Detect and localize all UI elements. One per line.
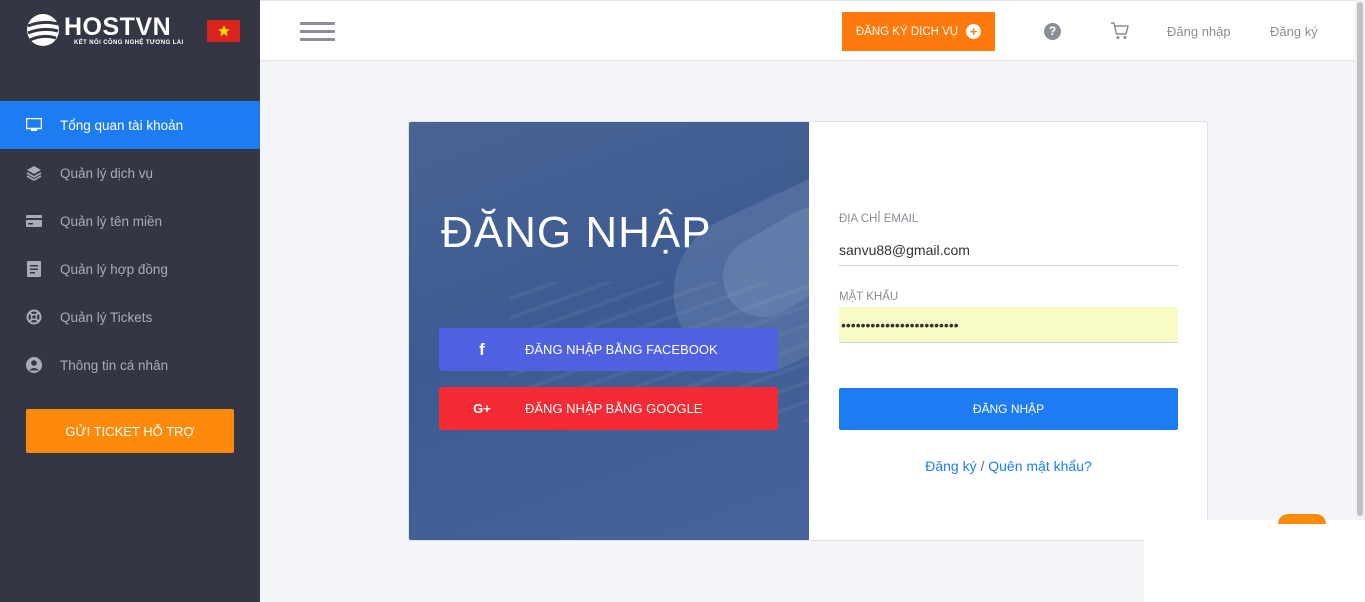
facebook-login-button[interactable]: f ĐĂNG NHẬP BẰNG FACEBOOK (439, 328, 778, 371)
google-plus-icon: G+ (473, 401, 491, 416)
plus-circle-icon: + (966, 24, 982, 39)
login-form: ĐỊA CHỈ EMAIL MẬT KHẨU ĐĂNG NHẬP Đăng ký… (809, 122, 1207, 540)
email-label: ĐỊA CHỈ EMAIL (839, 213, 919, 225)
top-header: ĐĂNG KÝ DỊCH VỤ + ? Đăng nhập Đăng ký (260, 0, 1355, 61)
password-label: MẬT KHẨU (839, 291, 899, 303)
lifebuoy-icon (26, 309, 42, 325)
sidebar-item-account-overview[interactable]: Tổng quan tài khoản (0, 101, 260, 149)
sidebar-item-label: Quản lý Tickets (60, 309, 153, 325)
monitor-icon (26, 117, 42, 133)
sidebar-nav: Tổng quan tài khoản Quản lý dịch vụ Quản… (0, 101, 260, 389)
login-submit-button[interactable]: ĐĂNG NHẬP (839, 388, 1178, 430)
header-register-link[interactable]: Đăng ký (1270, 24, 1318, 39)
brand-name: HOSTVN (64, 13, 172, 41)
scrollbar-thumb[interactable] (1357, 2, 1363, 516)
sidebar-item-label: Tổng quan tài khoản (60, 117, 184, 133)
sidebar-item-tickets[interactable]: Quản lý Tickets (0, 293, 260, 341)
logo-mark-icon (26, 12, 60, 48)
sidebar-item-label: Quản lý hợp đồng (60, 261, 168, 277)
sidebar-item-services[interactable]: Quản lý dịch vụ (0, 149, 260, 197)
sidebar-item-domains[interactable]: Quản lý tên miền (0, 197, 260, 245)
link-separator: / (980, 458, 985, 474)
login-hero-panel: ĐĂNG NHẬP f ĐĂNG NHẬP BẰNG FACEBOOK G+ Đ… (409, 122, 809, 540)
forgot-password-link[interactable]: Quên mật khẩu? (988, 458, 1092, 474)
login-card: ĐĂNG NHẬP f ĐĂNG NHẬP BẰNG FACEBOOK G+ Đ… (408, 121, 1208, 541)
cart-icon[interactable] (1110, 22, 1130, 40)
document-icon (26, 261, 42, 277)
facebook-icon: f (479, 339, 485, 359)
sidebar-item-label: Quản lý dịch vụ (60, 165, 154, 181)
facebook-login-label: ĐĂNG NHẬP BẰNG FACEBOOK (525, 342, 718, 357)
hamburger-menu-icon[interactable] (300, 22, 335, 42)
email-field[interactable] (839, 234, 1178, 266)
sidebar: HOSTVN KẾT NỐI CÔNG NGHỆ TƯƠNG LAI Tổng … (0, 0, 260, 602)
header-login-link[interactable]: Đăng nhập (1167, 24, 1231, 39)
sidebar-item-profile[interactable]: Thông tin cá nhân (0, 341, 260, 389)
register-service-label: ĐĂNG KÝ DỊCH VỤ (855, 25, 959, 38)
brand-slogan: KẾT NỐI CÔNG NGHỆ TƯƠNG LAI (74, 40, 184, 46)
help-icon[interactable]: ? (1044, 23, 1061, 40)
card-icon (26, 213, 42, 229)
login-title: ĐĂNG NHẬP (441, 208, 712, 257)
sidebar-item-contracts[interactable]: Quản lý hợp đồng (0, 245, 260, 293)
overlay-panel (1144, 520, 1365, 602)
google-login-label: ĐĂNG NHẬP BẰNG GOOGLE (525, 401, 703, 416)
layers-icon (26, 165, 42, 181)
user-icon (26, 357, 42, 373)
sidebar-item-label: Thông tin cá nhân (60, 357, 169, 373)
auth-links: Đăng ký / Quên mật khẩu? (839, 458, 1178, 474)
brand-logo[interactable]: HOSTVN KẾT NỐI CÔNG NGHỆ TƯƠNG LAI (26, 12, 184, 48)
google-login-button[interactable]: G+ ĐĂNG NHẬP BẰNG GOOGLE (439, 387, 778, 430)
password-field[interactable] (839, 307, 1178, 343)
sidebar-item-label: Quản lý tên miền (60, 213, 163, 229)
chat-widget-icon[interactable] (1278, 514, 1326, 524)
page-scrollbar[interactable] (1355, 0, 1365, 520)
vietnam-flag-icon[interactable] (207, 20, 240, 42)
send-support-ticket-button[interactable]: GỬI TICKET HỖ TRỢ (26, 409, 234, 453)
register-link[interactable]: Đăng ký (925, 458, 976, 474)
register-service-button[interactable]: ĐĂNG KÝ DỊCH VỤ + (842, 12, 995, 51)
